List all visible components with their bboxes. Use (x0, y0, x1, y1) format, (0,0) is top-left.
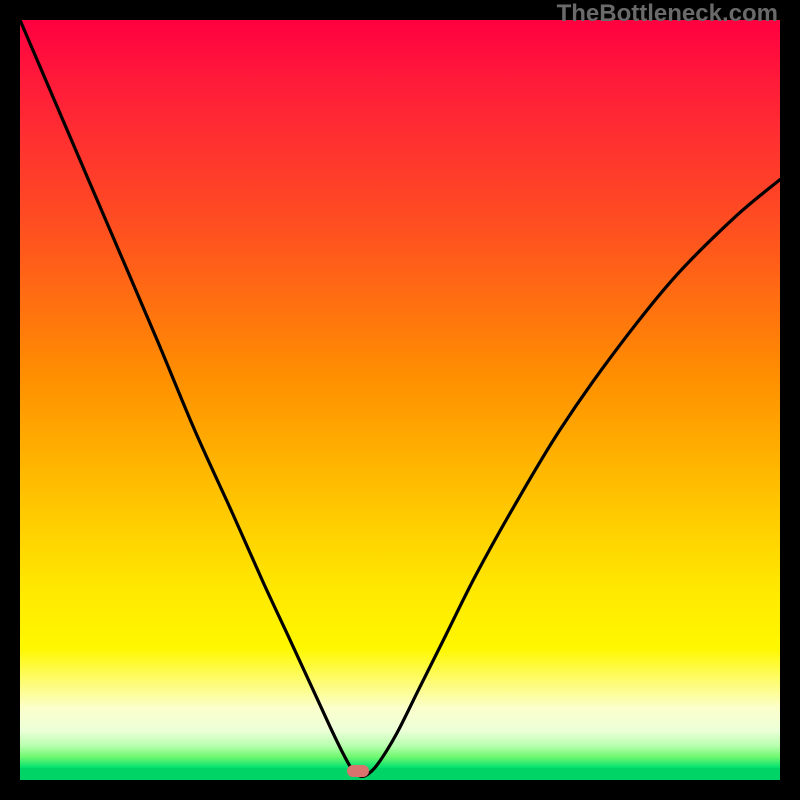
watermark-text: TheBottleneck.com (557, 0, 778, 28)
curve-svg (20, 20, 780, 780)
optimum-marker (347, 765, 369, 777)
chart-frame (20, 20, 780, 780)
bottleneck-curve (20, 20, 780, 776)
plot-area (20, 20, 780, 780)
